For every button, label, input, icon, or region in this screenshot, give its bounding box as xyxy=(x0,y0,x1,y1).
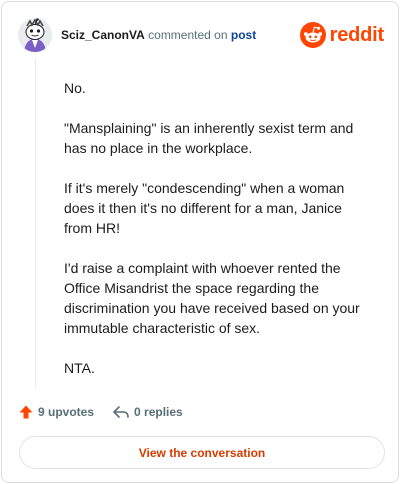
reddit-logo[interactable]: reddit xyxy=(299,20,385,50)
view-conversation-button[interactable]: View the conversation xyxy=(19,436,385,469)
comment-paragraph: "Mansplaining" is an inherently sexist t… xyxy=(64,120,354,156)
reply-arrow-icon xyxy=(113,406,129,418)
thread-line xyxy=(35,58,36,388)
comment-meta: Sciz_CanonVA commented on post xyxy=(61,27,256,43)
avatar[interactable] xyxy=(18,18,52,52)
reddit-logo-icon xyxy=(299,22,326,48)
comment-paragraph: I'd raise a complaint with whoever rente… xyxy=(64,260,360,336)
upvote-arrow-icon xyxy=(19,405,33,419)
snoo-avatar-icon xyxy=(18,18,52,52)
replies-button[interactable]: 0 replies xyxy=(112,404,183,420)
upvote-count: 9 upvotes xyxy=(38,405,95,419)
comment-paragraph: No. xyxy=(64,80,86,96)
upvote-button[interactable]: 9 upvotes xyxy=(18,404,94,420)
post-link[interactable]: post xyxy=(231,28,256,42)
comment-card: Sciz_CanonVA commented on post reddit No… xyxy=(1,1,399,483)
reddit-wordmark: reddit xyxy=(329,23,385,46)
reply-count: 0 replies xyxy=(134,405,183,419)
comment-paragraph: NTA. xyxy=(64,360,95,376)
comment-actions: 9 upvotes 0 replies xyxy=(18,402,183,422)
comment-paragraph: If it's merely "condescending" when a wo… xyxy=(64,180,345,236)
action-text: commented on xyxy=(148,28,228,42)
comment-body: No. "Mansplaining" is an inherently sexi… xyxy=(64,78,372,398)
comment-header: Sciz_CanonVA commented on post reddit xyxy=(18,18,384,52)
username-link[interactable]: Sciz_CanonVA xyxy=(61,28,145,42)
